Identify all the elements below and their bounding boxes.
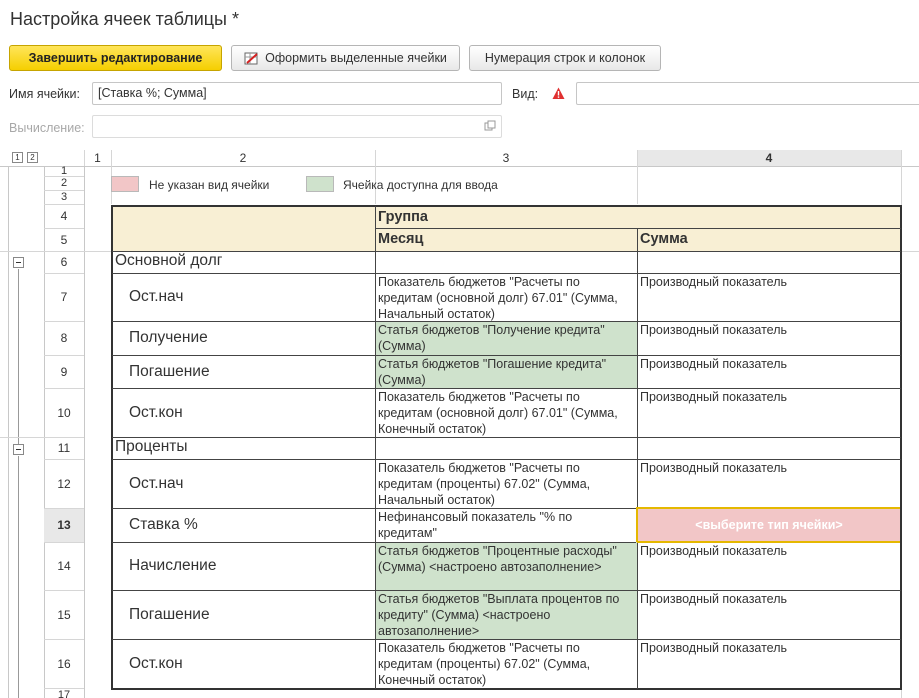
row-label-cell[interactable]: Ост.нач <box>112 459 375 508</box>
row-label-cell[interactable]: Ост.нач <box>112 273 375 321</box>
month-cell-input[interactable]: Статья бюджетов "Получение кредита" (Сум… <box>375 321 637 355</box>
row-header[interactable]: 11 <box>44 437 84 459</box>
month-cell[interactable]: Показатель бюджетов "Расчеты по кредитам… <box>375 273 637 321</box>
row-header[interactable]: 6 <box>44 251 84 273</box>
view-field[interactable] <box>576 82 919 105</box>
row-header[interactable]: 4 <box>44 204 84 228</box>
collapse-group-icon[interactable] <box>13 257 24 268</box>
header-corner <box>112 206 375 251</box>
month-cell-input[interactable]: Статья бюджетов "Погашение кредита" (Сум… <box>375 355 637 388</box>
format-cells-label: Оформить выделенные ячейки <box>265 51 447 65</box>
numbering-label: Нумерация строк и колонок <box>484 51 646 65</box>
row-label-cell[interactable]: Ставка % <box>112 508 375 542</box>
row-header[interactable]: 14 <box>44 542 84 590</box>
calc-open-icon[interactable] <box>484 120 496 132</box>
month-cell[interactable]: Показатель бюджетов "Расчеты по кредитам… <box>375 388 637 437</box>
legend-swatch-unset <box>111 176 139 192</box>
column-header-4[interactable]: 4 <box>637 150 901 166</box>
header-month-cell[interactable]: Месяц <box>375 228 637 251</box>
month-cell[interactable]: Показатель бюджетов "Расчеты по кредитам… <box>375 459 637 508</box>
header-sum-cell[interactable]: Сумма <box>637 228 901 251</box>
row-header[interactable]: 5 <box>44 228 84 251</box>
sum-cell[interactable]: Производный показатель <box>637 590 901 639</box>
month-cell-input[interactable]: Статья бюджетов "Выплата процентов по кр… <box>375 590 637 639</box>
row-label-cell[interactable]: Получение <box>112 321 375 355</box>
spreadsheet[interactable]: 1 2 1 2 3 4 1 2 3 4 5 6 7 8 9 10 11 12 1… <box>0 150 919 698</box>
cell-name-label: Имя ячейки: <box>9 87 80 101</box>
row-header[interactable]: 9 <box>44 355 84 388</box>
level-button-1[interactable]: 1 <box>12 152 23 163</box>
collapse-group-icon[interactable] <box>13 444 24 455</box>
row-label-cell[interactable]: Ост.кон <box>112 639 375 688</box>
format-cells-button[interactable]: Оформить выделенные ячейки <box>231 45 460 71</box>
row-header[interactable]: 17 <box>44 688 84 698</box>
row-label-cell[interactable]: Начисление <box>112 542 375 590</box>
cell-name-field[interactable]: [Ставка %; Сумма] <box>92 82 502 105</box>
row-header[interactable]: 12 <box>44 459 84 508</box>
row-header[interactable]: 10 <box>44 388 84 437</box>
sum-cell[interactable]: Производный показатель <box>637 639 901 688</box>
sum-cell[interactable]: Производный показатель <box>637 321 901 355</box>
sum-cell[interactable]: Производный показатель <box>637 542 901 590</box>
row-label-cell[interactable]: Ост.кон <box>112 388 375 437</box>
row-label-cell[interactable]: Основной долг <box>112 251 375 273</box>
column-header-2[interactable]: 2 <box>111 150 375 166</box>
row-header[interactable]: 8 <box>44 321 84 355</box>
view-label: Вид: <box>512 87 539 101</box>
column-header-3[interactable]: 3 <box>375 150 637 166</box>
row-label-cell[interactable]: Погашение <box>112 355 375 388</box>
level-button-2[interactable]: 2 <box>27 152 38 163</box>
numbering-button[interactable]: Нумерация строк и колонок <box>469 45 661 71</box>
sum-cell[interactable]: Производный показатель <box>637 273 901 321</box>
sum-cell[interactable]: Производный показатель <box>637 459 901 508</box>
row-header[interactable]: 16 <box>44 639 84 688</box>
calc-field[interactable] <box>92 115 502 138</box>
column-header-1[interactable]: 1 <box>84 150 111 166</box>
sum-cell[interactable]: Производный показатель <box>637 355 901 388</box>
sum-cell[interactable]: Производный показатель <box>637 388 901 437</box>
month-cell[interactable]: Показатель бюджетов "Расчеты по кредитам… <box>375 639 637 688</box>
page-title: Настройка ячеек таблицы * <box>10 9 239 29</box>
row-header[interactable]: 15 <box>44 590 84 639</box>
calc-label: Вычисление: <box>9 121 85 135</box>
legend-input-label: Ячейка доступна для ввода <box>343 178 498 192</box>
row-header[interactable]: 1 <box>44 165 84 177</box>
warning-icon <box>552 87 565 100</box>
header-group-cell[interactable]: Группа <box>375 206 901 228</box>
month-cell-input[interactable]: Статья бюджетов "Процентные расходы" (Су… <box>375 542 637 590</box>
finish-editing-label: Завершить редактирование <box>28 51 203 65</box>
row-header[interactable]: 7 <box>44 273 84 321</box>
row-header[interactable]: 2 <box>44 176 84 190</box>
selected-cell[interactable]: <выберите тип ячейки> <box>636 507 902 543</box>
row-label-cell[interactable]: Проценты <box>112 437 375 459</box>
row-label-cell[interactable]: Погашение <box>112 590 375 639</box>
format-cells-icon <box>244 51 259 66</box>
row-header[interactable]: 3 <box>44 190 84 204</box>
legend-swatch-input <box>306 176 334 192</box>
finish-editing-button[interactable]: Завершить редактирование <box>9 45 222 71</box>
legend-unset-label: Не указан вид ячейки <box>149 178 270 192</box>
month-cell[interactable]: Нефинансовый показатель "% по кредитам" <box>375 508 637 542</box>
row-header-selected[interactable]: 13 <box>44 508 84 542</box>
